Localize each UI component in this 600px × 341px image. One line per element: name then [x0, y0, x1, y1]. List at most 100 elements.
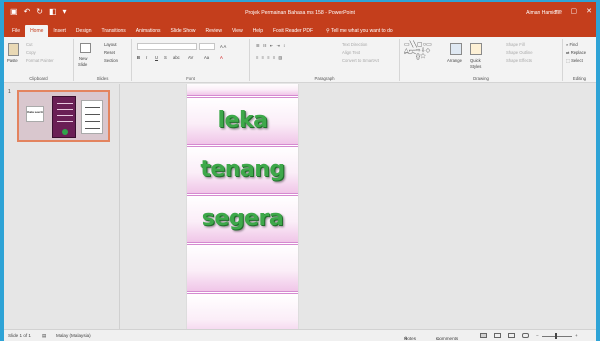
section-button[interactable]: Section	[104, 58, 118, 63]
find-button[interactable]: ⌕ Find	[566, 42, 578, 47]
language-indicator[interactable]: Malay (Malaysia)	[56, 333, 91, 338]
tab-foxit-reader-pdf[interactable]: Foxit Reader PDF	[268, 28, 318, 37]
layout-button[interactable]: Layout	[104, 42, 117, 47]
restore-button[interactable]: ▢	[571, 7, 578, 15]
slide-thumbnail[interactable]: Kata seerti	[17, 90, 110, 142]
tab-slide-show[interactable]: Slide Show	[166, 28, 201, 37]
tab-animations[interactable]: Animations	[131, 28, 166, 37]
slideshow-view-icon[interactable]	[522, 333, 529, 338]
text-direction-button[interactable]: Text Direction	[342, 42, 367, 47]
new-slide-button-line2[interactable]: Slide	[78, 62, 87, 67]
clipboard-group: Paste Cut Copy Format Painter Clipboard	[4, 39, 74, 81]
shape-effects-button[interactable]: Shape Effects	[506, 58, 532, 63]
reset-button[interactable]: Reset	[104, 50, 115, 55]
list-buttons[interactable]: ☰ ☷ ⇤ ⇥ ↕	[256, 43, 286, 48]
select-button[interactable]: ⬚ Select	[566, 58, 583, 63]
editing-group: ⌕ Find ⇄ Replace ⬚ Select Editing	[563, 39, 596, 81]
tab-transitions[interactable]: Transitions	[97, 28, 131, 37]
reading-view-icon[interactable]	[508, 333, 515, 338]
tab-help[interactable]: Help	[248, 28, 268, 37]
shape-outline-button[interactable]: Shape Outline	[506, 50, 533, 55]
align-text-button[interactable]: Align Text	[342, 50, 360, 55]
zoom-slider-thumb[interactable]	[555, 333, 557, 339]
replace-button[interactable]: ⇄ Replace	[566, 50, 586, 55]
slide-sorter-icon[interactable]	[494, 333, 501, 338]
tab-design[interactable]: Design	[71, 28, 97, 37]
new-slide-icon[interactable]	[80, 43, 91, 53]
char-spacing-button[interactable]: AV	[188, 55, 193, 60]
paragraph-group: ☰ ☷ ⇤ ⇥ ↕ ≡ ≡ ≡ ≡ ▥ Text Direction Align…	[250, 39, 400, 81]
thumbnail-right-box	[81, 100, 103, 134]
copy-button[interactable]: Copy	[26, 50, 36, 55]
tell-me-box[interactable]: ⚲ Tell me what you want to do	[318, 28, 398, 37]
font-label: Font	[186, 76, 195, 81]
zoom-in-icon[interactable]: +	[575, 333, 578, 338]
slides-label: Slides	[96, 76, 109, 81]
tab-insert[interactable]: Insert	[48, 28, 71, 37]
arrange-button[interactable]: Arrange	[447, 58, 462, 63]
title-bar: ▣ ↶ ↻ ◧ ▾ Projek Permainan Bahasa ms 158…	[4, 2, 596, 24]
quick-styles-icon[interactable]	[470, 43, 482, 55]
word-card[interactable]: leka	[187, 97, 298, 145]
thumbnail-green-dot	[62, 129, 68, 135]
shape-fill-button[interactable]: Shape Fill	[506, 42, 525, 47]
slide-canvas[interactable]: leka tenang segera	[186, 84, 299, 329]
normal-view-icon[interactable]	[480, 333, 487, 338]
slide-editing-area: leka tenang segera	[121, 84, 596, 329]
arrange-icon[interactable]	[450, 43, 462, 55]
word-card[interactable]	[187, 84, 298, 96]
slide-count: Slide 1 of 1	[8, 333, 31, 338]
word-card[interactable]	[187, 293, 298, 329]
tab-review[interactable]: Review	[201, 28, 227, 37]
quick-styles-button-line2[interactable]: Styles	[470, 64, 481, 69]
tell-me-text: Tell me what you want to do	[330, 28, 393, 34]
close-button[interactable]: ✕	[586, 7, 592, 15]
tab-file[interactable]: File	[7, 28, 25, 37]
underline-button[interactable]: U	[155, 55, 158, 60]
shapes-gallery[interactable]: ▭╲╲▢○▭ △⌐⌐⇨⇩◇ ⌒⌒{}☆	[404, 42, 432, 60]
thumbnail-center-panel	[52, 96, 76, 138]
word-card[interactable]: tenang	[187, 146, 298, 194]
grow-font-icon[interactable]: A A	[220, 44, 226, 49]
word-text[interactable]: segera	[187, 206, 298, 231]
zoom-out-icon[interactable]: −	[536, 333, 539, 338]
font-color-button[interactable]: A	[220, 55, 223, 60]
shadow-button[interactable]: S	[164, 55, 167, 60]
word-text[interactable]: tenang	[187, 157, 298, 182]
format-painter-button[interactable]: Format Painter	[26, 58, 54, 63]
slides-group: New Slide Layout Reset Section Slides	[74, 39, 132, 81]
italic-button[interactable]: I	[146, 55, 147, 60]
font-size-combo[interactable]	[199, 43, 215, 50]
paste-icon[interactable]	[8, 43, 19, 56]
editing-label: Editing	[572, 76, 587, 81]
zoom-slider[interactable]	[542, 336, 572, 337]
bold-button[interactable]: B	[137, 55, 140, 60]
word-card[interactable]	[187, 244, 298, 292]
strikethrough-button[interactable]: abc	[173, 55, 180, 60]
quick-styles-button[interactable]: Quick	[470, 58, 481, 63]
drawing-label: Drawing	[473, 76, 489, 81]
slide-number: 1	[8, 89, 11, 95]
tab-home[interactable]: Home	[25, 25, 49, 37]
convert-smartart-button[interactable]: Convert to SmartArt	[342, 58, 379, 63]
word-text[interactable]: leka	[187, 108, 298, 133]
powerpoint-window: ▣ ↶ ↻ ◧ ▾ Projek Permainan Bahasa ms 158…	[4, 2, 596, 341]
new-slide-button[interactable]: New	[79, 56, 87, 61]
tab-view[interactable]: View	[227, 28, 248, 37]
ribbon-tabs: File Home Insert Design Transitions Anim…	[4, 24, 596, 37]
font-name-combo[interactable]	[137, 43, 197, 50]
clipboard-label: Clipboard	[29, 76, 48, 81]
paste-button[interactable]: Paste	[7, 58, 18, 63]
drawing-group: ▭╲╲▢○▭ △⌐⌐⇨⇩◇ ⌒⌒{}☆ Arrange Quick Styles S…	[400, 39, 563, 81]
word-card[interactable]: segera	[187, 195, 298, 243]
cut-button[interactable]: Cut	[26, 42, 33, 47]
minimize-button[interactable]: —	[555, 7, 562, 15]
change-case-button[interactable]: Aa	[204, 55, 209, 60]
slide-thumbnail-pane: 1 Kata seerti	[4, 84, 120, 329]
ribbon-home: Paste Cut Copy Format Painter Clipboard …	[4, 37, 596, 83]
spell-check-icon[interactable]: ▤	[42, 333, 46, 339]
font-group: A A B I U S abc AV Aa A Font	[132, 39, 250, 81]
align-buttons[interactable]: ≡ ≡ ≡ ≡ ▥	[256, 55, 283, 60]
window-controls: — ▢ ✕	[555, 7, 593, 15]
document-title: Projek Permainan Bahasa ms 158 - PowerPo…	[245, 10, 355, 16]
